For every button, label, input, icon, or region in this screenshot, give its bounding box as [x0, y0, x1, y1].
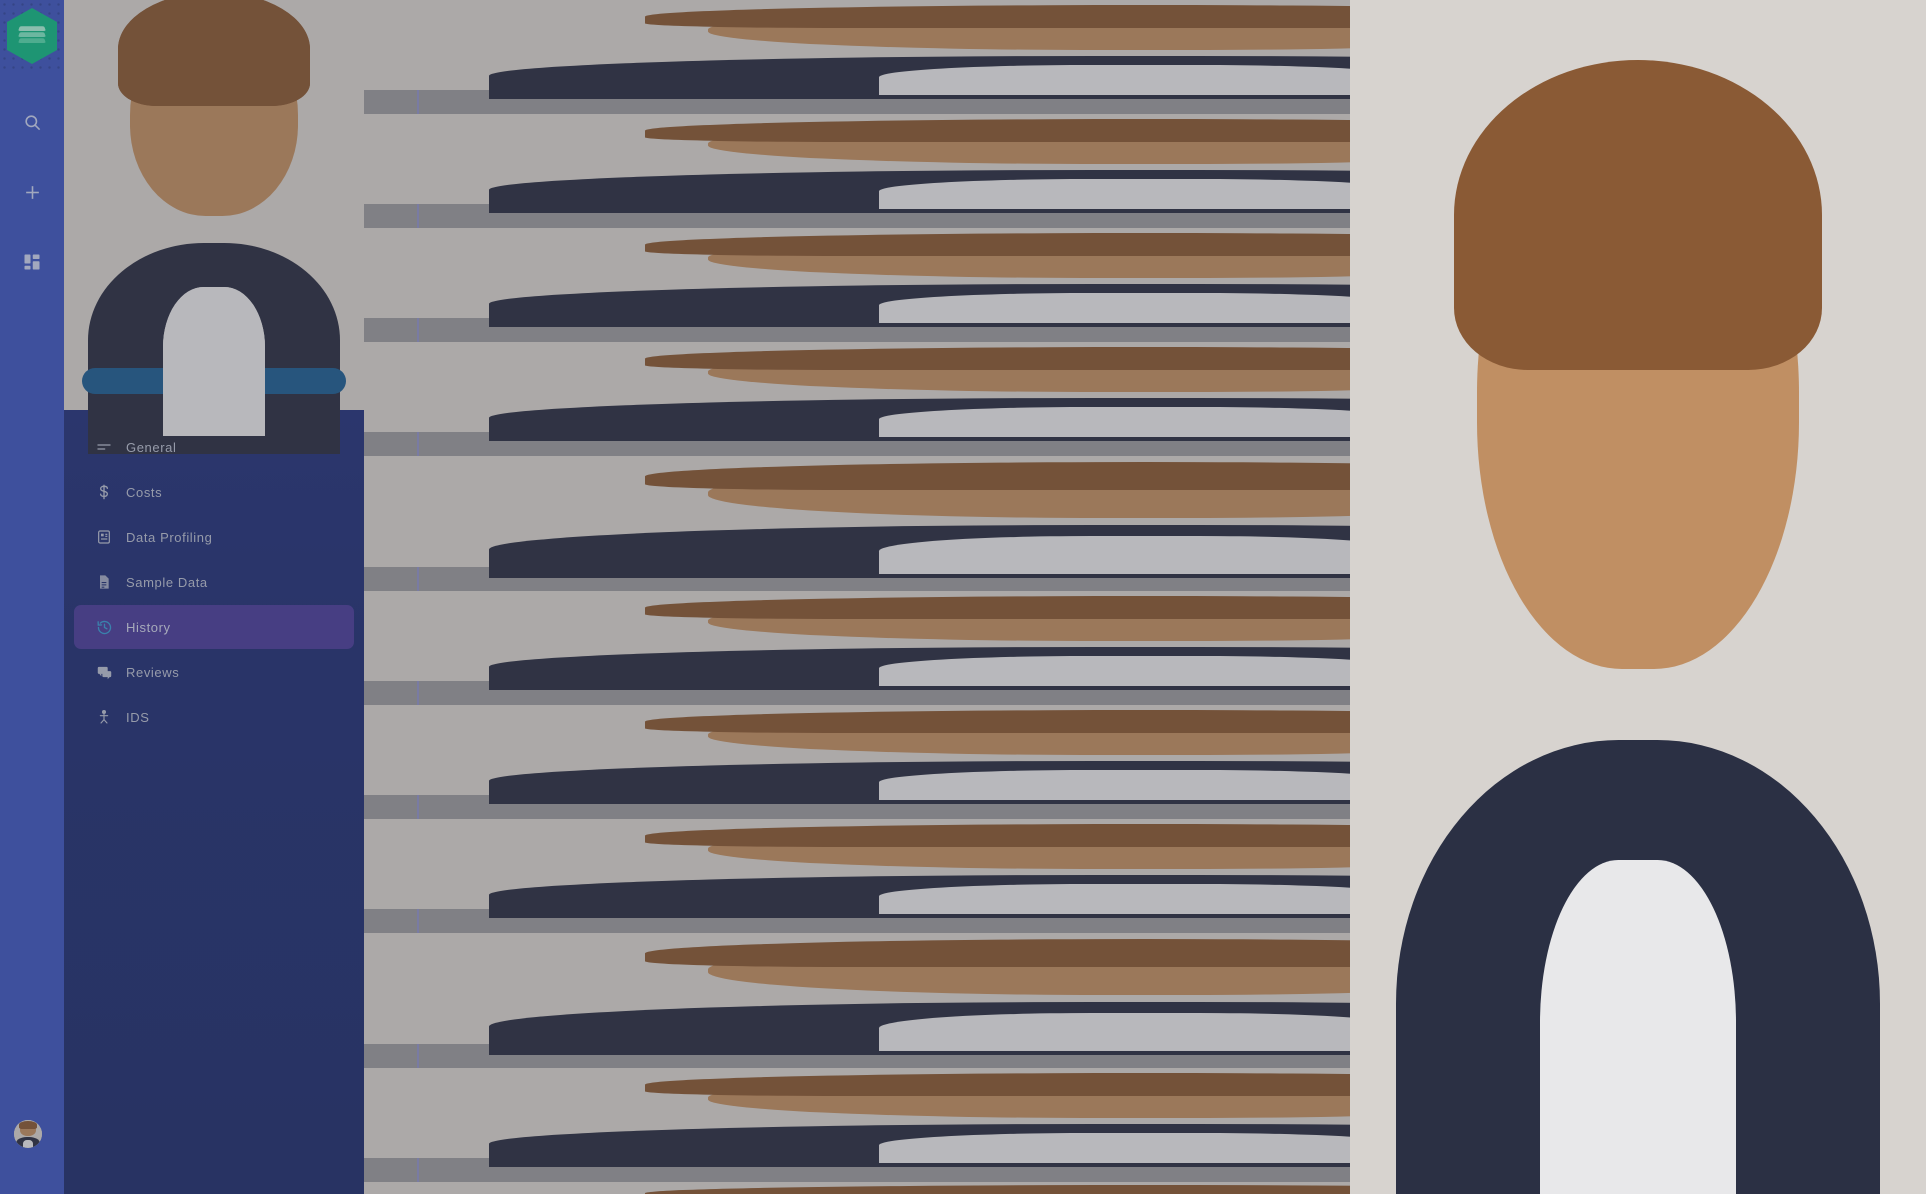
- issuer-row: Daniel Tebernum daniel.tebernum@isst.fra…: [1350, 0, 1926, 1194]
- modal-scrim[interactable]: [0, 0, 1350, 1194]
- issuer-avatar: [1350, 0, 1926, 1194]
- app-root: DERM: A Data Engineering Reference Mo...…: [0, 0, 1926, 1194]
- change-detail-panel: ✕ Issued from Daniel Tebernum daniel.teb…: [1350, 0, 1926, 1194]
